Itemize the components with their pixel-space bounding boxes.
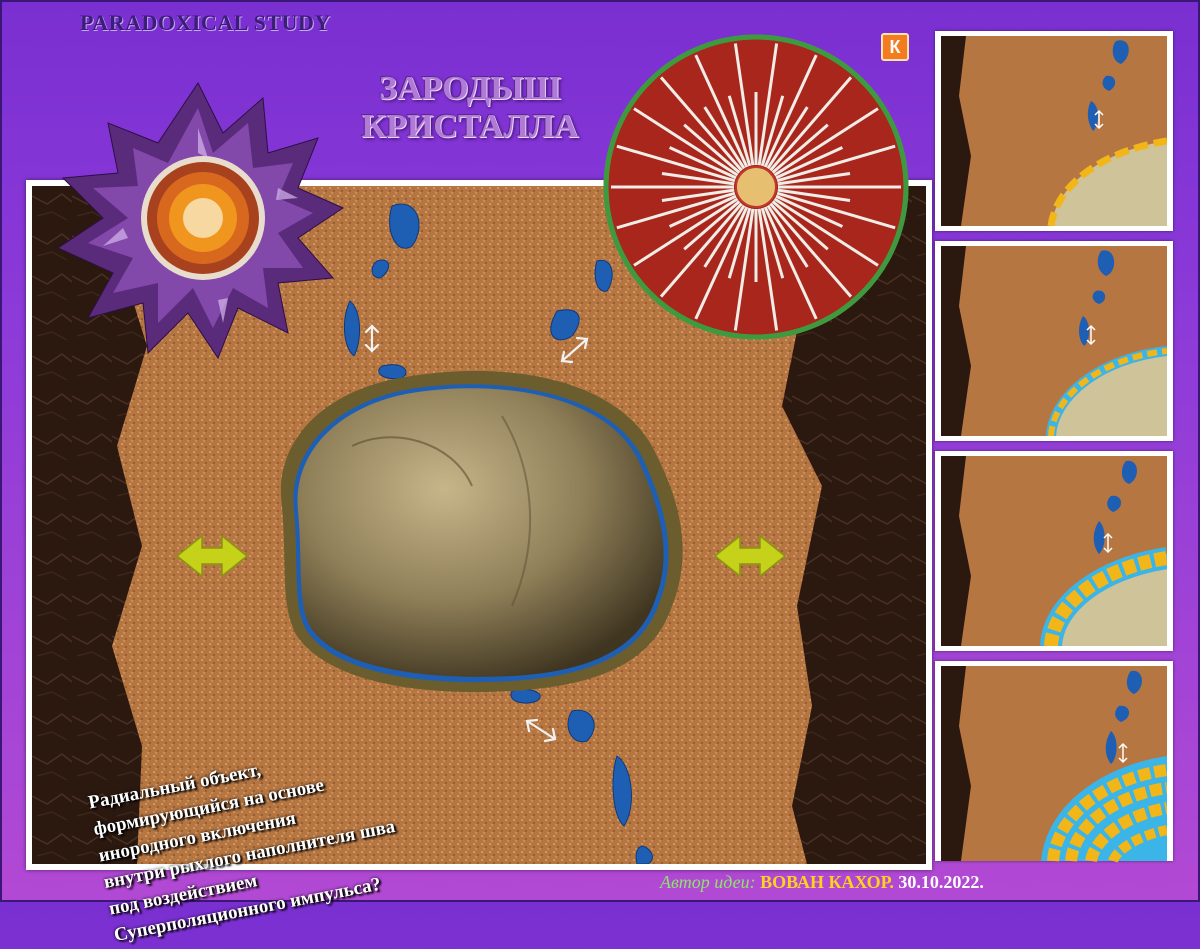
- amethyst-geode-image: [56, 82, 345, 360]
- page-title: ЗАРОДЫШ КРИСТАЛЛА: [360, 70, 580, 146]
- stage-illustration: [941, 456, 1167, 646]
- stage-illustration: [941, 246, 1167, 436]
- title-line-1: ЗАРОДЫШ: [379, 70, 561, 107]
- brand-title: PARADOXICAL STUDY: [80, 10, 331, 35]
- author-credit: Автор идеи: ВОВАН КАХОР. 30.10.2022.: [660, 872, 984, 893]
- title-line-2: КРИСТАЛЛА: [361, 108, 579, 145]
- stage-panel-2: [935, 241, 1173, 441]
- stage-panel-4: [935, 661, 1173, 864]
- stage-illustration: [941, 666, 1167, 864]
- credit-label: Автор идеи:: [660, 872, 756, 892]
- credit-date: 30.10.2022.: [898, 872, 984, 892]
- stage-panel-3: [935, 451, 1173, 651]
- credit-author: ВОВАН КАХОР.: [760, 872, 894, 892]
- stage-panel-1: [935, 31, 1173, 231]
- radial-crystal-diagram: [603, 34, 909, 340]
- stage-illustration: [941, 36, 1167, 226]
